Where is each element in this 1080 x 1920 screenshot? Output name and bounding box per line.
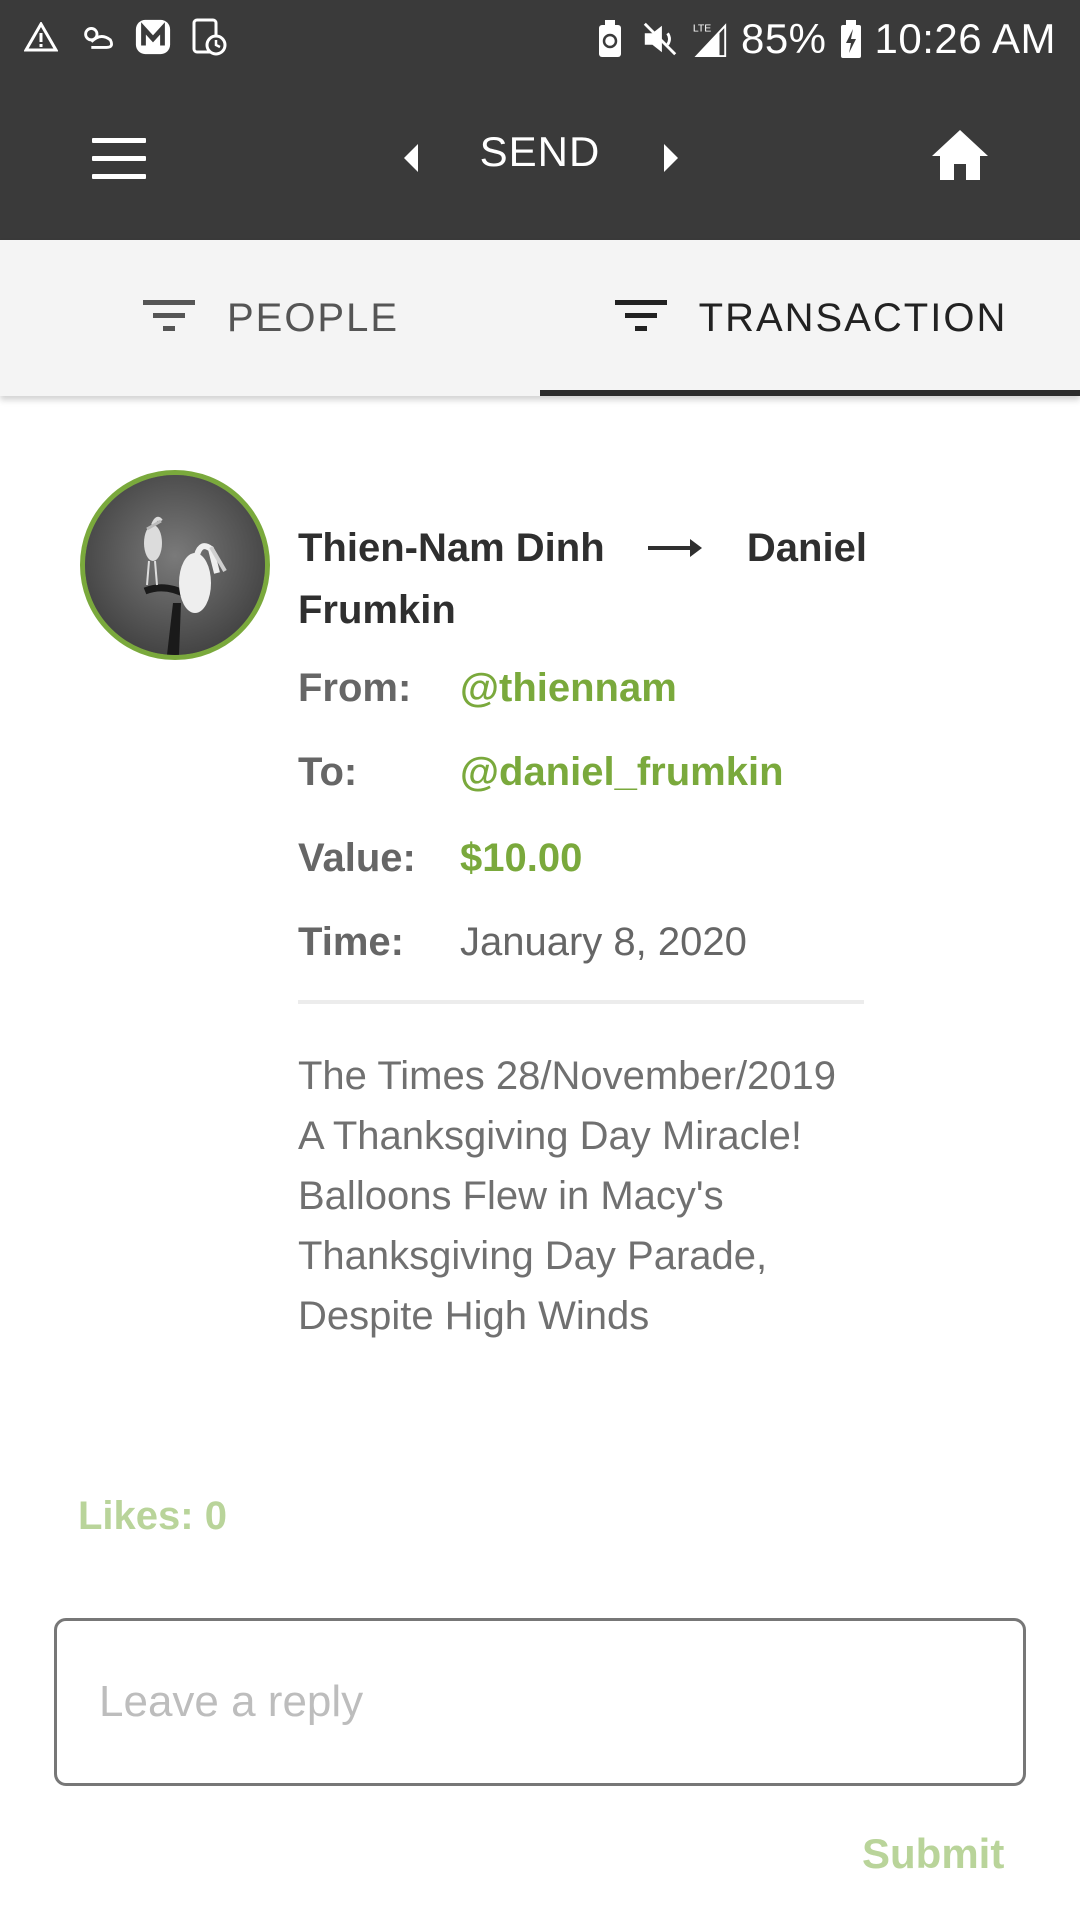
to-handle-link[interactable]: @daniel_frumkin bbox=[460, 750, 784, 794]
hamburger-menu-icon[interactable] bbox=[86, 130, 152, 186]
divider bbox=[298, 1000, 864, 1004]
battery-saver-icon bbox=[591, 20, 629, 58]
battery-charging-icon bbox=[839, 20, 863, 58]
battery-percent: 85% bbox=[740, 15, 827, 62]
tab-bar: PEOPLE TRANSACTION bbox=[0, 240, 1080, 396]
transaction-parties: Thien-Nam Dinh Daniel Frumkin bbox=[298, 518, 898, 640]
clock: 10:26 AM bbox=[874, 15, 1056, 62]
lte-text: LTE bbox=[693, 23, 711, 34]
filter-icon bbox=[613, 296, 669, 341]
app-title: SEND bbox=[479, 128, 601, 175]
value-amount: $10.00 bbox=[460, 836, 583, 880]
time-value: January 8, 2020 bbox=[460, 920, 747, 964]
submit-button[interactable]: Submit bbox=[862, 1830, 1004, 1878]
avatar-image bbox=[85, 475, 265, 655]
tab-transaction-label: TRANSACTION bbox=[698, 295, 1008, 340]
signal-lte-icon: LTE bbox=[691, 20, 729, 58]
system-status: LTE 85% 10:26 AM bbox=[591, 12, 1056, 66]
value-row: Value: $10.00 bbox=[298, 836, 582, 881]
mute-icon bbox=[641, 20, 679, 58]
to-row: To: @daniel_frumkin bbox=[298, 750, 784, 795]
status-bar: LTE 85% 10:26 AM bbox=[0, 0, 1080, 78]
screen-time-icon bbox=[190, 18, 228, 56]
weather-icon bbox=[78, 18, 116, 56]
home-icon[interactable] bbox=[928, 124, 992, 188]
time-row: Time: January 8, 2020 bbox=[298, 920, 747, 965]
tab-people[interactable]: PEOPLE bbox=[0, 240, 540, 396]
notification-icons bbox=[22, 18, 228, 56]
from-handle-link[interactable]: @thiennam bbox=[460, 666, 677, 710]
tab-indicator bbox=[540, 390, 1080, 396]
time-label: Time: bbox=[298, 920, 404, 964]
avatar[interactable] bbox=[80, 470, 270, 660]
value-label: Value: bbox=[298, 836, 416, 880]
app-m-icon bbox=[134, 18, 172, 56]
reply-input[interactable] bbox=[54, 1618, 1026, 1786]
transaction-message: The Times 28/November/2019 A Thanksgivin… bbox=[298, 1054, 837, 1338]
tab-people-label: PEOPLE bbox=[226, 295, 400, 340]
caret-right-icon[interactable] bbox=[656, 136, 686, 180]
tab-transaction[interactable]: TRANSACTION bbox=[540, 240, 1080, 396]
to-label: To: bbox=[298, 750, 358, 794]
sender-name: Thien-Nam Dinh bbox=[298, 526, 605, 570]
caret-left-icon[interactable] bbox=[396, 136, 426, 180]
likes-count[interactable]: Likes: 0 bbox=[78, 1494, 227, 1539]
from-label: From: bbox=[298, 666, 412, 710]
from-row: From: @thiennam bbox=[298, 666, 677, 711]
filter-icon bbox=[141, 296, 197, 341]
arrow-right-icon bbox=[646, 520, 706, 580]
warning-icon bbox=[22, 18, 60, 56]
app-bar: SEND bbox=[0, 78, 1080, 240]
